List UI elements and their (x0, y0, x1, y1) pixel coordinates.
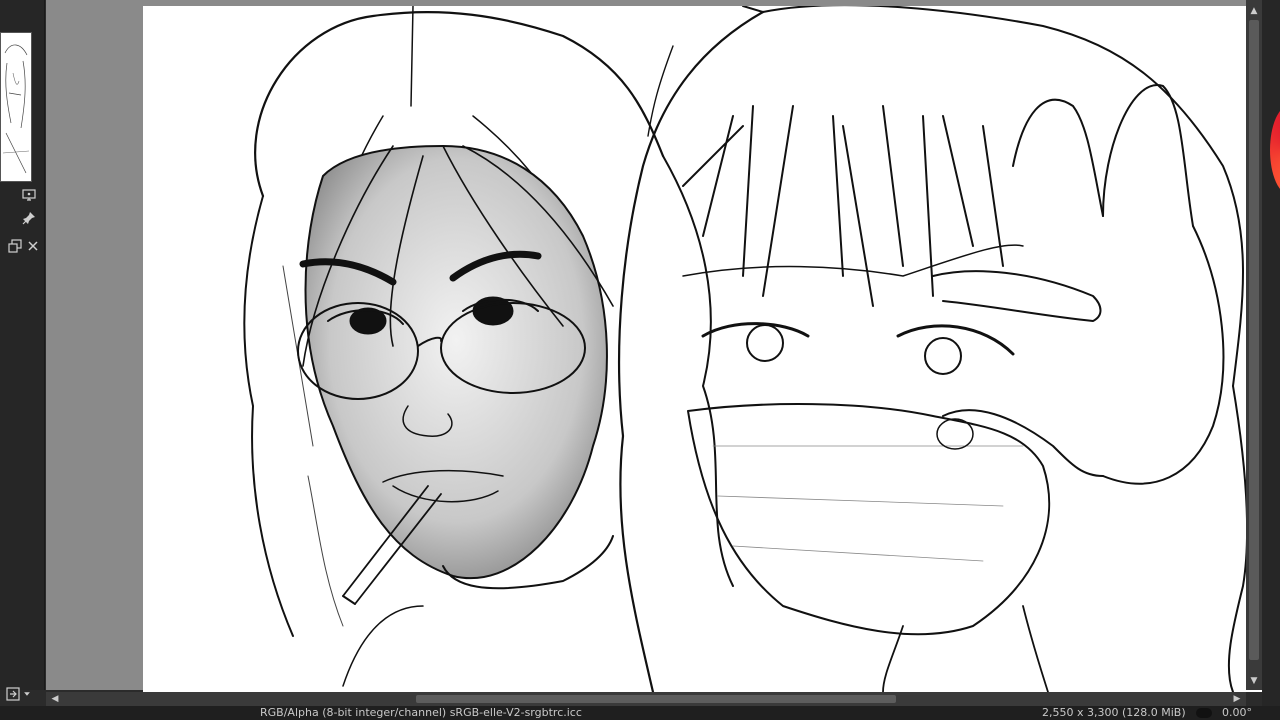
status-bar: RGB/Alpha (8-bit integer/channel) sRGB-e… (0, 706, 1280, 720)
scroll-down-icon[interactable]: ▼ (1249, 676, 1259, 686)
scroll-up-icon[interactable]: ▲ (1249, 6, 1259, 16)
rotation-slider[interactable] (1196, 708, 1212, 718)
scroll-left-icon[interactable]: ◀ (50, 694, 60, 704)
vertical-scroll-thumb[interactable] (1249, 20, 1259, 660)
vertical-scrollbar[interactable]: ▲ ▼ (1246, 0, 1262, 690)
image-size-label: 2,550 x 3,300 (128.0 MiB) (1042, 706, 1186, 719)
drawing-canvas[interactable] (143, 6, 1279, 692)
float-icon[interactable] (6, 237, 24, 255)
color-model-label[interactable]: RGB/Alpha (8-bit integer/channel) sRGB-e… (260, 706, 582, 720)
left-docker (0, 0, 45, 690)
scroll-right-icon[interactable]: ▶ (1232, 694, 1242, 704)
close-icon[interactable] (24, 237, 42, 255)
color-selector-wheel[interactable] (1270, 105, 1280, 195)
artwork (243, 6, 1249, 692)
horizontal-scrollbar[interactable]: ◀ ▶ (46, 692, 1246, 706)
monitor-icon[interactable] (20, 186, 38, 204)
horizontal-scroll-thumb[interactable] (416, 695, 896, 703)
right-docker (1262, 0, 1280, 720)
tool-options-icon[interactable] (6, 684, 40, 704)
canvas-viewport[interactable] (46, 0, 1279, 692)
rotation-label: 0.00° (1222, 706, 1252, 719)
overview-thumbnail[interactable] (0, 32, 32, 182)
pin-icon[interactable] (20, 209, 38, 227)
